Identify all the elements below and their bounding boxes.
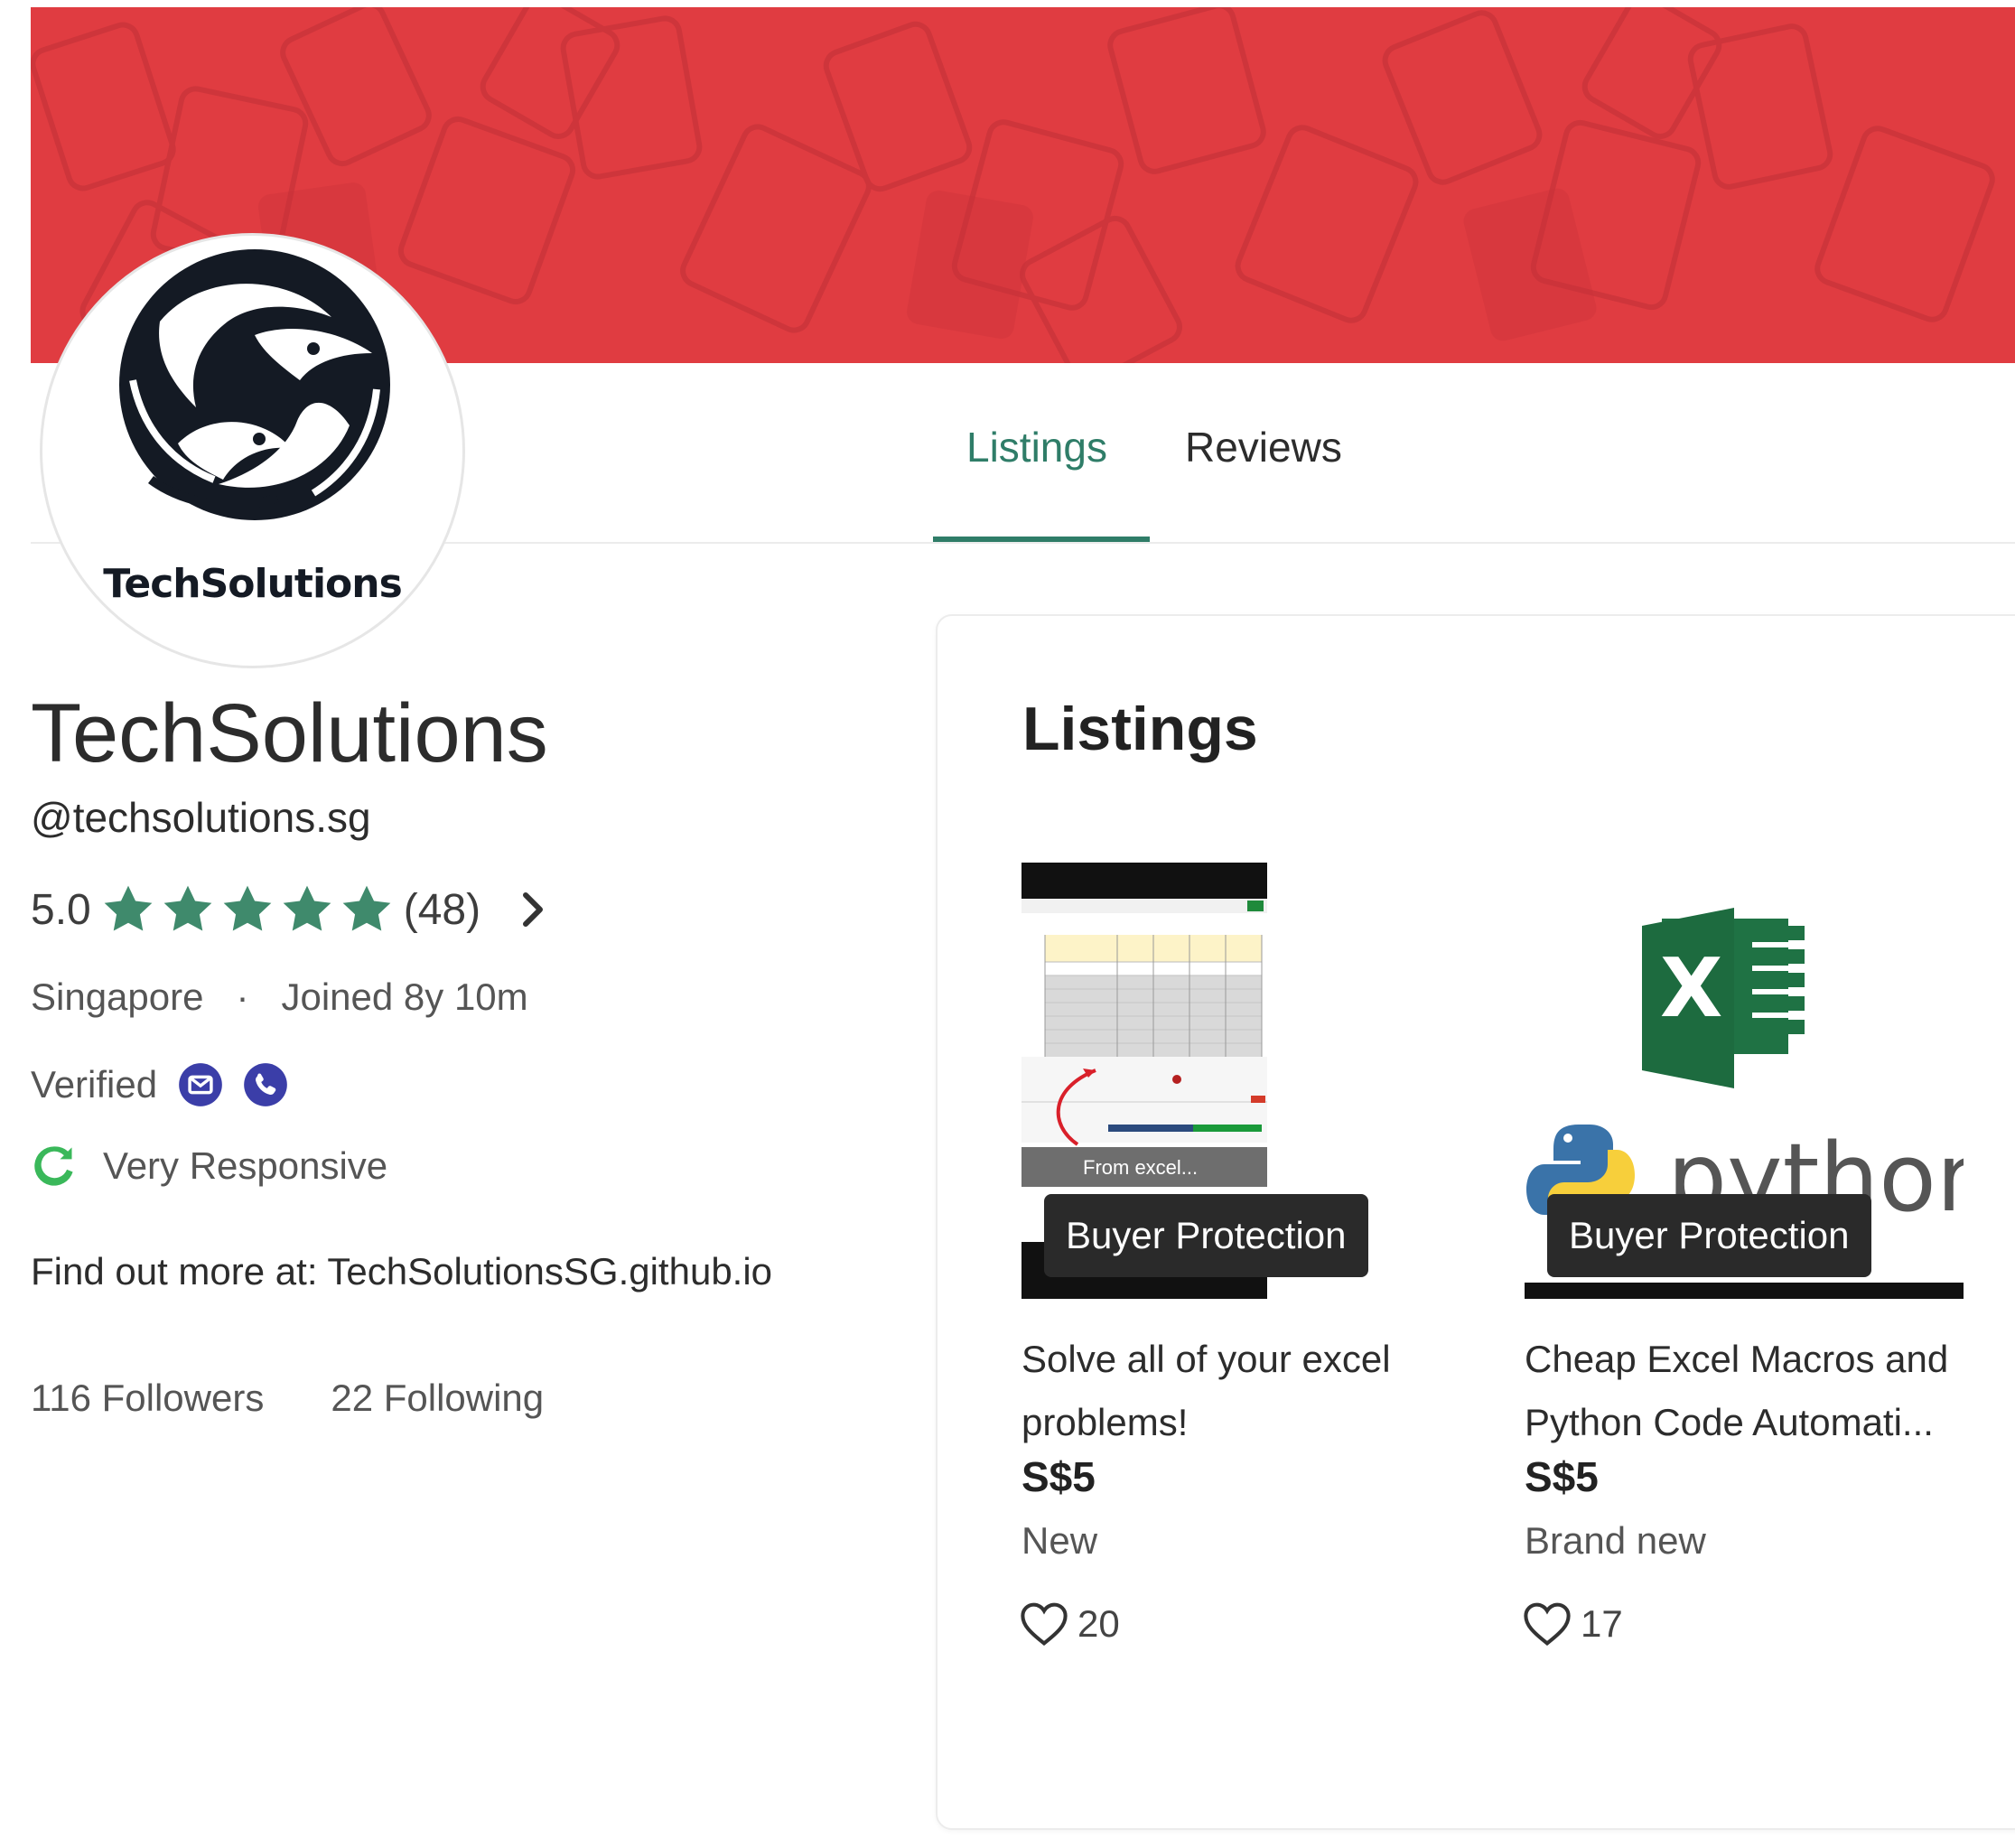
listing-2-price: S$5 [1525,1453,1599,1500]
rating-count: (48) [403,885,481,934]
profile-handle: @techsolutions.sg [31,794,371,841]
rating-value: 5.0 [31,885,91,934]
following-link[interactable]: 22 Following [331,1377,544,1420]
profile-location: Singapore [31,975,204,1018]
listing-2-like-button[interactable]: 17 [1523,1597,1623,1651]
verified-label: Verified [31,1063,158,1106]
rating-stars [100,882,395,938]
star-icon [104,885,153,931]
meta-separator: · [236,975,249,1018]
star-icon [223,885,272,931]
listing-title-line: Solve all of your excel [1021,1338,1391,1380]
responsiveness-row: Very Responsive [31,1138,387,1194]
profile-joined: Joined 8y 10m [281,975,528,1018]
listing-2-condition: Brand new [1525,1519,1706,1562]
responsiveness-label: Very Responsive [103,1144,388,1187]
tab-reviews[interactable]: Reviews [1185,423,1342,471]
heart-icon [1524,1602,1571,1646]
verified-row: Verified [31,1057,289,1113]
email-icon [179,1063,222,1106]
listing-title-line: problems! [1021,1401,1189,1443]
follow-stats: 116 Followers 22 Following [31,1377,544,1420]
listing-title-line: Cheap Excel Macros and [1525,1338,1949,1380]
listing-2-title[interactable]: Cheap Excel Macros and Python Code Autom… [1525,1328,1976,1454]
profile-meta: Singapore · Joined 8y 10m [31,975,528,1019]
phone-icon [244,1063,287,1106]
star-icon [163,885,212,931]
profile-name: TechSolutions [31,687,548,779]
active-tab-indicator [933,537,1150,542]
listings-heading: Listings [1022,695,1258,763]
buyer-protection-badge: Buyer Protection [1547,1194,1871,1277]
listing-1-title[interactable]: Solve all of your excel problems! [1021,1328,1446,1454]
listing-title-line: Python Code Automati... [1525,1401,1934,1443]
lightning-icon [34,1146,73,1186]
heart-icon [1021,1602,1068,1646]
listing-1-condition: New [1021,1519,1098,1562]
like-count: 17 [1581,1602,1623,1645]
listing-1-like-button[interactable]: 20 [1020,1597,1120,1651]
chevron-right-icon[interactable] [518,890,547,929]
svg-text:X: X [1660,941,1722,1036]
rating-summary[interactable]: 5.0 (48) [31,878,547,941]
like-count: 20 [1077,1602,1120,1645]
thumbnail-caption: From excel... [1083,1156,1198,1179]
listing-1-price: S$5 [1021,1453,1096,1500]
star-icon [283,885,331,931]
profile-about: Find out more at: TechSolutionsSG.github… [31,1250,773,1293]
followers-link[interactable]: 116 Followers [31,1377,264,1420]
star-icon [342,885,391,931]
profile-page: Listings Reviews TechSolutions TechSolut… [0,0,2015,1848]
avatar-caption: TechSolutions [103,561,403,607]
tab-listings[interactable]: Listings [966,423,1107,471]
avatar[interactable]: TechSolutions [40,233,465,668]
buyer-protection-badge: Buyer Protection [1044,1194,1368,1277]
